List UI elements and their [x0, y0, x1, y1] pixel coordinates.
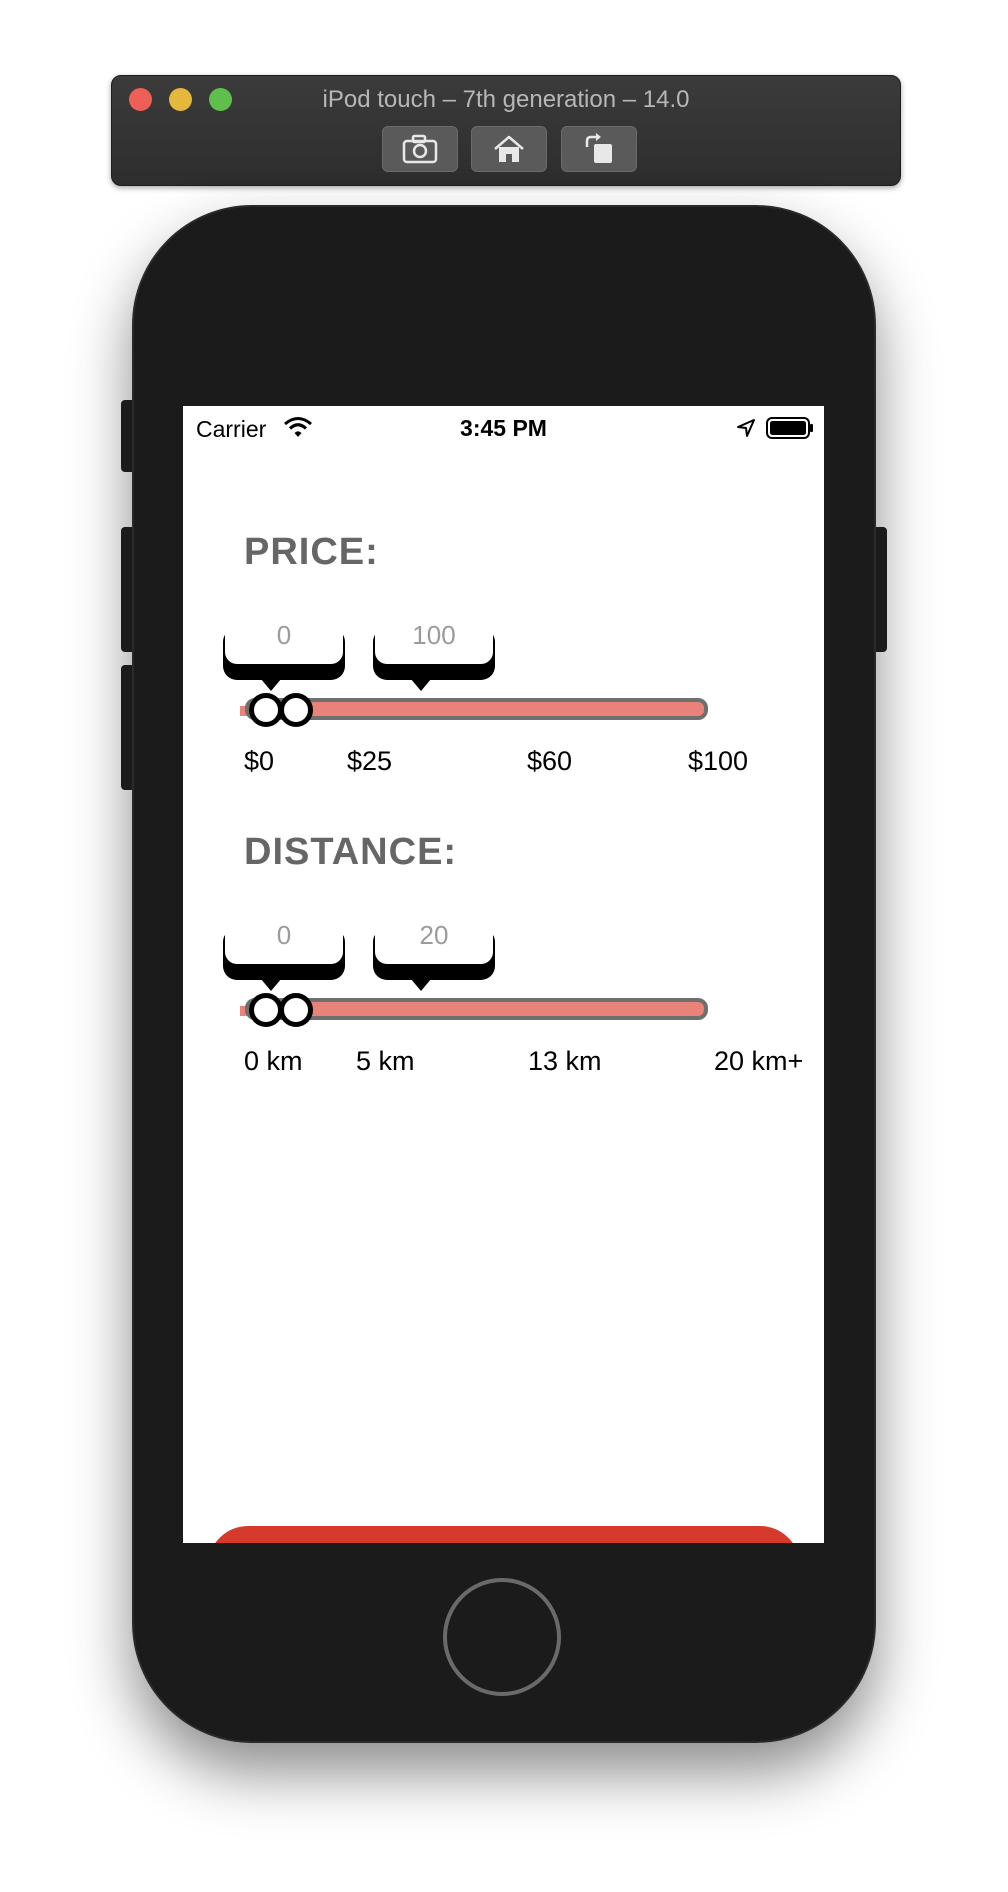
bubble-pointer: [400, 966, 442, 991]
home-button-toolbar[interactable]: [471, 126, 547, 172]
status-bar: Carrier 3:45 PM: [183, 406, 824, 450]
price-tick-label: $0: [244, 746, 275, 776]
price-max-value: 100: [412, 620, 456, 650]
price-title: PRICE:: [244, 531, 379, 573]
screenshot-button[interactable]: [382, 126, 458, 172]
distance-max-bubble: 20: [373, 914, 495, 994]
bubble-pointer: [400, 666, 442, 691]
distance-max-handle[interactable]: [279, 993, 313, 1027]
bubble-face: 20: [375, 914, 493, 964]
price-min-handle[interactable]: [249, 693, 283, 727]
distance-tick-label: 0 km: [244, 1046, 303, 1076]
apply-filter-button[interactable]: [208, 1526, 800, 1543]
rotate-button[interactable]: [561, 126, 637, 172]
bubble-pointer: [250, 966, 292, 991]
home-icon: [494, 135, 524, 162]
bubble-pointer: [250, 666, 292, 691]
price-tick-label: $25: [347, 746, 393, 776]
bubble-face: 0: [225, 914, 343, 964]
distance-tick-label: 5 km: [356, 1046, 415, 1076]
camera-icon: [402, 134, 438, 164]
device-home-button[interactable]: [443, 1578, 561, 1696]
price-range-track[interactable]: [245, 698, 708, 720]
clock: 3:45 PM: [460, 415, 547, 441]
distance-range-track[interactable]: [245, 998, 708, 1020]
price-max-bubble: 100: [373, 614, 495, 694]
simulator-title-bar: iPod touch – 7th generation – 14.0: [111, 75, 901, 186]
price-min-bubble: 0: [223, 614, 345, 694]
distance-tick-label: 20 km+: [714, 1046, 804, 1076]
battery-icon: [766, 417, 813, 439]
app-screen: Carrier 3:45 PM PRICE: 0 100 $0 $25 $60 …: [183, 406, 824, 1543]
price-min-value: 0: [276, 620, 292, 650]
bubble-face: 0: [225, 614, 343, 664]
bubble-face: 100: [375, 614, 493, 664]
distance-title: DISTANCE:: [244, 831, 458, 873]
location-arrow-icon: [737, 419, 755, 437]
distance-max-value: 20: [419, 920, 449, 950]
simulator-title: iPod touch – 7th generation – 14.0: [322, 86, 690, 113]
distance-min-handle[interactable]: [249, 993, 283, 1027]
rotate-icon: [585, 133, 612, 163]
distance-min-bubble: 0: [223, 914, 345, 994]
price-tick-label: $100: [688, 746, 749, 776]
price-tick-label: $60: [527, 746, 573, 776]
distance-min-value: 0: [276, 920, 292, 950]
price-max-handle[interactable]: [279, 693, 313, 727]
distance-tick-label: 13 km: [528, 1046, 602, 1076]
